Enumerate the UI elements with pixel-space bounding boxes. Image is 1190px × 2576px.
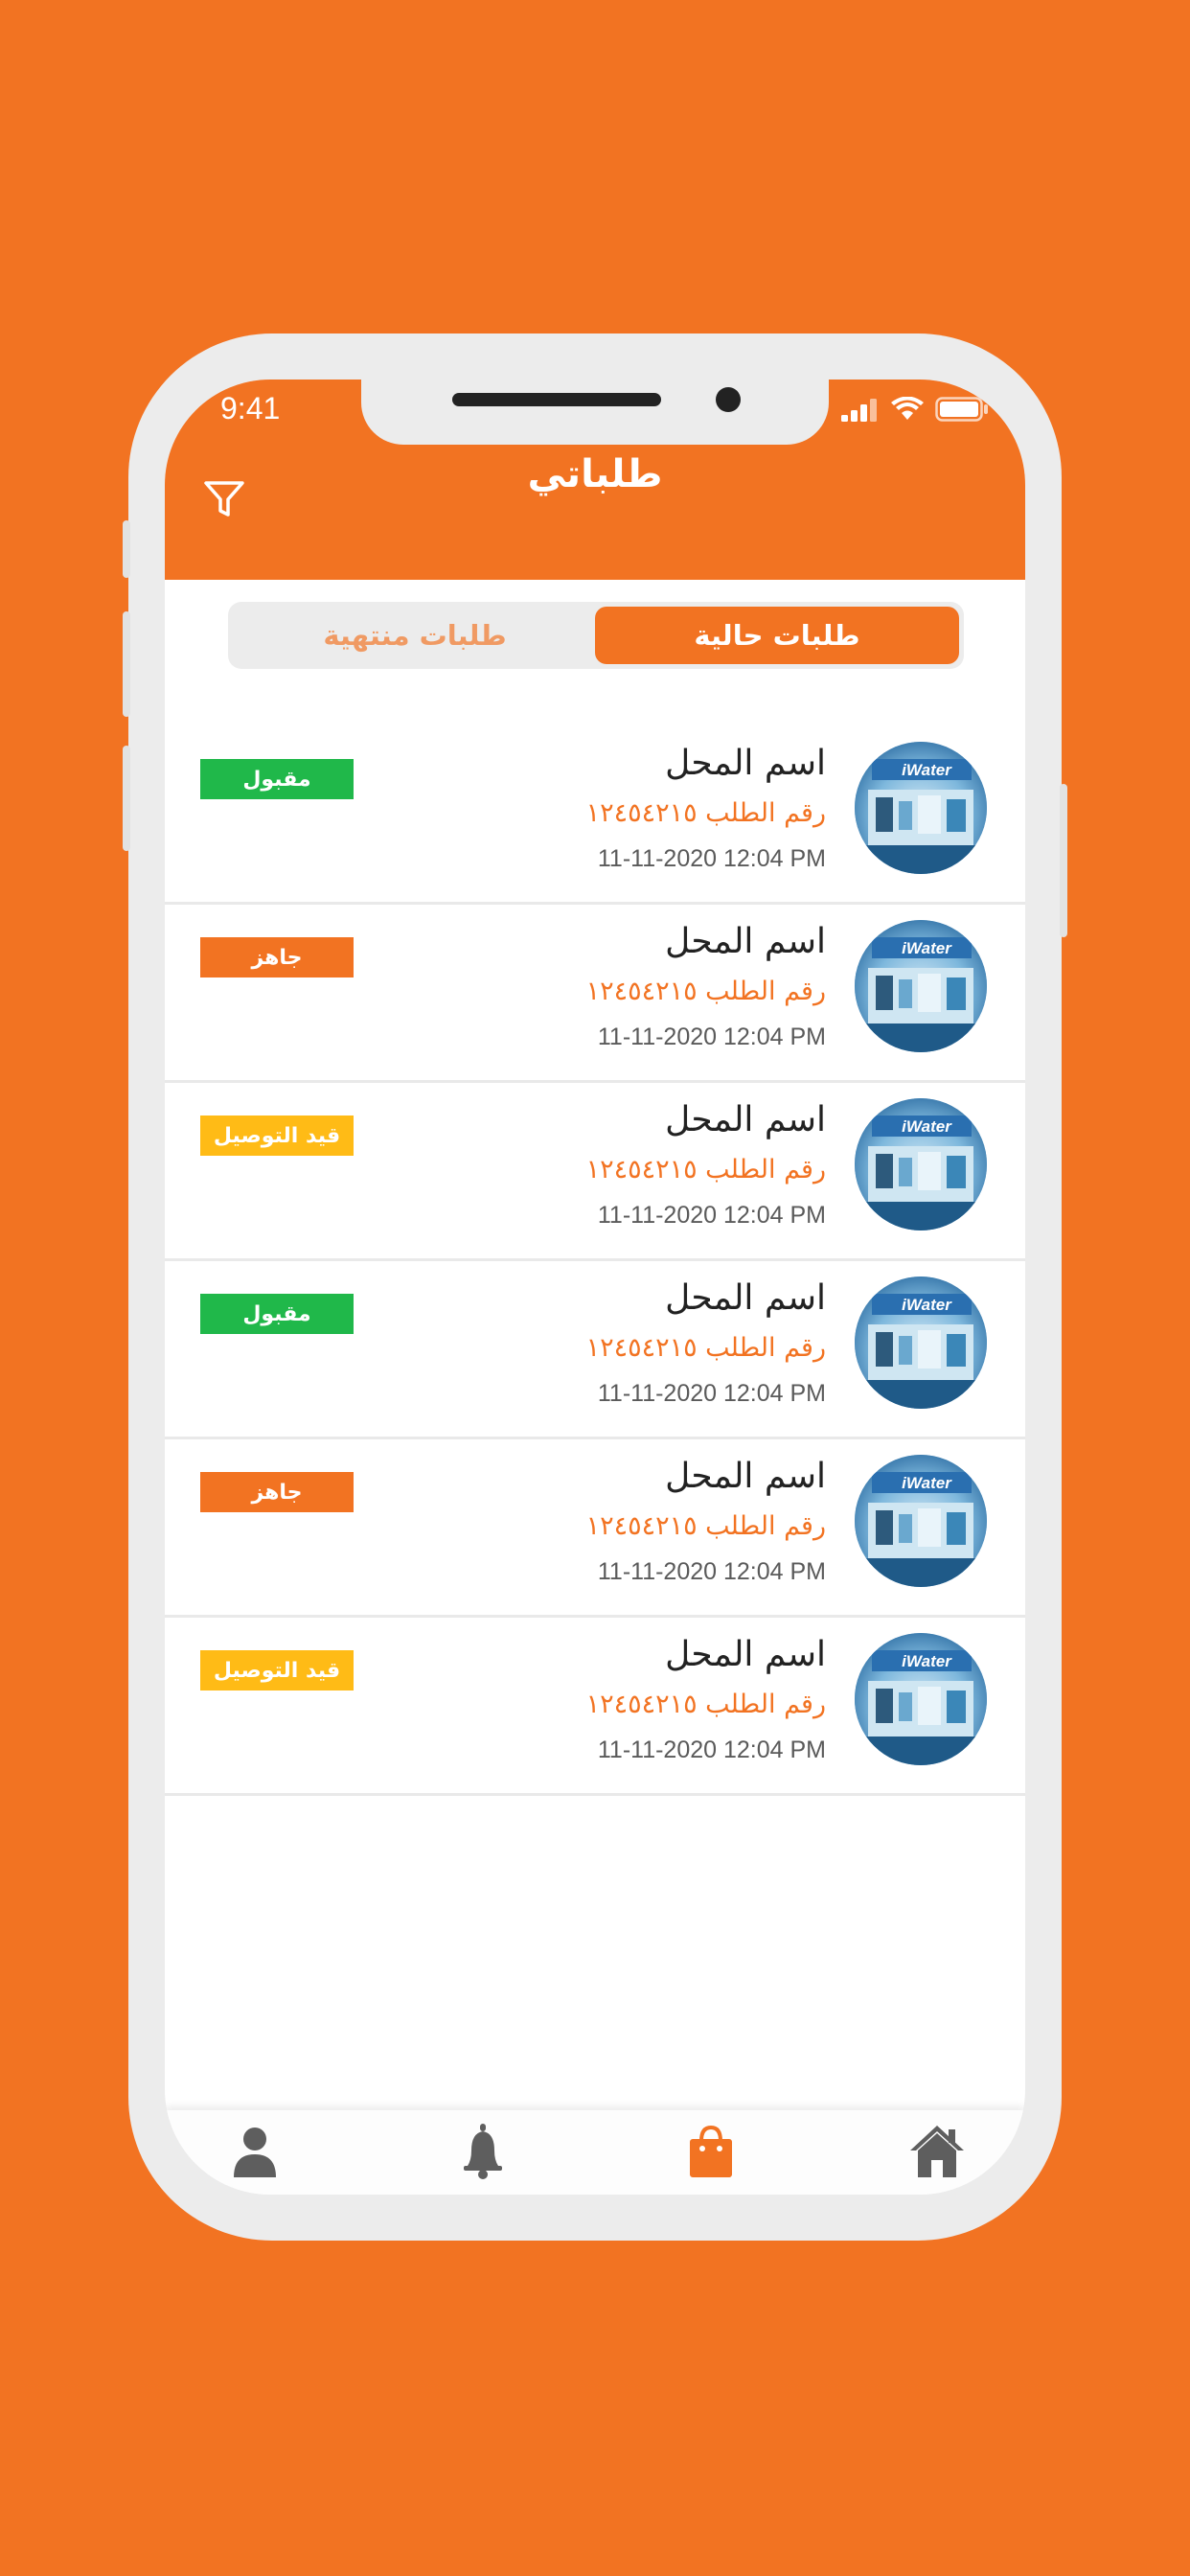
user-icon[interactable] [226,2122,284,2179]
home-icon[interactable] [908,2122,966,2179]
tab-finished-orders[interactable]: طلبات منتهية [233,607,597,664]
store-avatar: iWater [855,1455,987,1587]
status-badge: جاهز [200,937,354,978]
store-image-label: iWater [902,939,951,957]
status-badge: مقبول [200,1294,354,1334]
phone-frame: 9:41 طلباتي طلبات حالية طلبات منتهية iWa… [123,334,1067,2241]
battery-icon [935,397,988,422]
order-row[interactable]: iWater اسم المحل رقم الطلب ١٢٤٥٤٢١٥ 11-1… [165,1439,1025,1618]
store-name: اسم المحل [665,1100,826,1139]
store-name: اسم المحل [665,1278,826,1318]
status-badge: قيد التوصيل [200,1116,354,1156]
power-button [1060,784,1067,937]
store-avatar: iWater [855,920,987,1052]
store-image-label: iWater [902,1117,951,1136]
shopping-bag-icon[interactable] [682,2122,740,2179]
tab-current-orders[interactable]: طلبات حالية [595,607,959,664]
front-camera [716,387,741,412]
order-row[interactable]: iWater اسم المحل رقم الطلب ١٢٤٥٤٢١٥ 11-1… [165,1618,1025,1796]
order-number: رقم الطلب ١٢٤٥٤٢١٥ [585,798,826,828]
filter-icon[interactable] [203,479,245,519]
order-row[interactable]: iWater اسم المحل رقم الطلب ١٢٤٥٤٢١٥ 11-1… [165,726,1025,905]
store-name: اسم المحل [665,1457,826,1496]
store-avatar: iWater [855,742,987,874]
status-badge: مقبول [200,759,354,799]
bell-icon[interactable] [454,2122,512,2179]
page-title: طلباتي [527,452,663,496]
notch [361,380,829,445]
store-image-label: iWater [902,1474,951,1492]
store-name: اسم المحل [665,744,826,783]
status-badge: قيد التوصيل [200,1650,354,1690]
store-name: اسم المحل [665,1635,826,1674]
bottom-nav [165,2110,1025,2195]
order-date: 11-11-2020 12:04 PM [597,845,826,872]
order-number: رقم الطلب ١٢٤٥٤٢١٥ [585,977,826,1006]
store-avatar: iWater [855,1276,987,1409]
order-date: 11-11-2020 12:04 PM [597,1558,826,1585]
order-number: رقم الطلب ١٢٤٥٤٢١٥ [585,1333,826,1363]
order-tabs: طلبات حالية طلبات منتهية [228,602,964,669]
wifi-icon [891,397,924,420]
order-row[interactable]: iWater اسم المحل رقم الطلب ١٢٤٥٤٢١٥ 11-1… [165,905,1025,1083]
order-number: رقم الطلب ١٢٤٥٤٢١٥ [585,1511,826,1541]
order-date: 11-11-2020 12:04 PM [597,1024,826,1050]
order-number: رقم الطلب ١٢٤٥٤٢١٥ [585,1155,826,1184]
store-avatar: iWater [855,1633,987,1765]
volume-up-button [123,611,130,717]
order-list: iWater اسم المحل رقم الطلب ١٢٤٥٤٢١٥ 11-1… [165,726,1025,1796]
status-badge: جاهز [200,1472,354,1512]
cellular-signal-icon [841,399,877,422]
status-time: 9:41 [220,391,281,426]
store-avatar: iWater [855,1098,987,1230]
app-header: 9:41 طلباتي [165,380,1025,580]
speaker [452,393,661,406]
order-date: 11-11-2020 12:04 PM [597,1736,826,1763]
order-row[interactable]: iWater اسم المحل رقم الطلب ١٢٤٥٤٢١٥ 11-1… [165,1083,1025,1261]
store-image-label: iWater [902,1652,951,1670]
order-date: 11-11-2020 12:04 PM [597,1380,826,1407]
status-icons [841,397,989,422]
store-image-label: iWater [902,1296,951,1314]
order-row[interactable]: iWater اسم المحل رقم الطلب ١٢٤٥٤٢١٥ 11-1… [165,1261,1025,1439]
app-screen: 9:41 طلباتي طلبات حالية طلبات منتهية iWa… [165,380,1025,2195]
store-name: اسم المحل [665,922,826,961]
volume-down-button [123,746,130,851]
order-number: رقم الطلب ١٢٤٥٤٢١٥ [585,1690,826,1719]
mute-switch [123,520,130,578]
store-image-label: iWater [902,761,951,779]
order-date: 11-11-2020 12:04 PM [597,1202,826,1229]
